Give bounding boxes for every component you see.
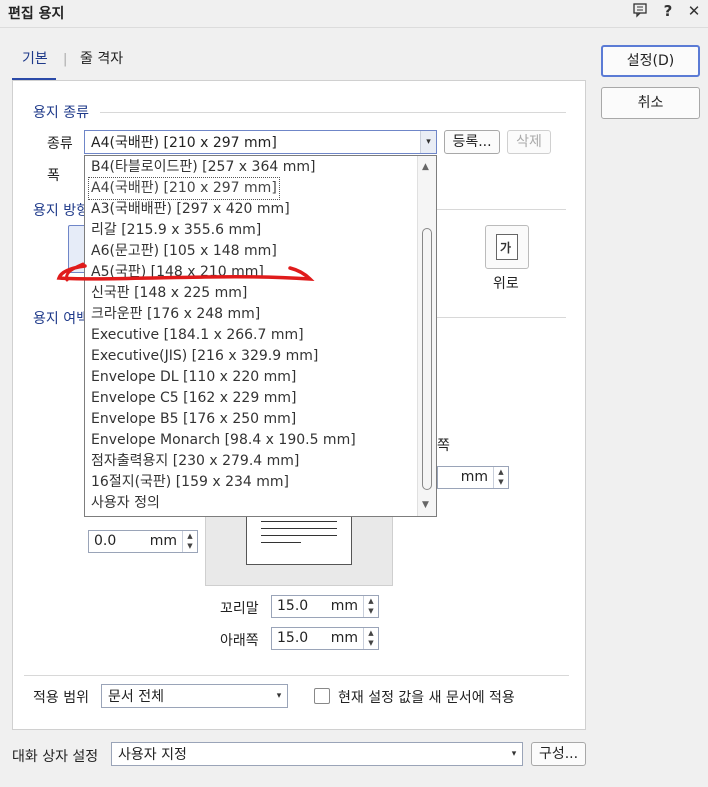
tab-line-grid[interactable]: 줄 격자 bbox=[80, 48, 123, 68]
footer-label: 꼬리말 bbox=[220, 601, 259, 617]
spinner-arrows[interactable]: ▲ ▼ bbox=[363, 628, 378, 649]
list-item[interactable]: Executive(JIS) [216 x 329.9 mm] bbox=[91, 346, 318, 367]
list-item[interactable]: 16절지(국판) [159 x 234 mm] bbox=[91, 472, 289, 493]
spinner-arrows[interactable]: ▲ ▼ bbox=[363, 596, 378, 617]
preview-line bbox=[261, 542, 301, 543]
preview-line bbox=[261, 528, 337, 529]
apply-to-new-doc-checkbox[interactable] bbox=[314, 688, 330, 704]
divider bbox=[100, 112, 566, 113]
unit-label: mm bbox=[330, 630, 358, 646]
partial-label: 쪽 bbox=[437, 438, 450, 454]
dialog-settings-label: 대화 상자 설정 bbox=[12, 749, 99, 765]
bottom-margin-spinner[interactable]: 15.0 mm ▲ ▼ bbox=[271, 627, 379, 650]
preview-line bbox=[261, 535, 337, 536]
list-item-selected[interactable]: A4(국배판) [210 x 297 mm] bbox=[88, 177, 280, 200]
help-icon[interactable]: ? bbox=[658, 2, 678, 22]
unit-label: mm bbox=[149, 533, 177, 549]
right-margin-spinner[interactable]: mm ▲ ▼ bbox=[437, 466, 509, 489]
list-item[interactable]: Envelope B5 [176 x 250 mm] bbox=[91, 409, 296, 430]
title-bar: 편집 용지 ? ✕ bbox=[0, 0, 708, 28]
orientation-section-title: 용지 방향 bbox=[33, 203, 89, 219]
divider bbox=[437, 317, 566, 318]
dialog-settings-value: 사용자 지정 bbox=[118, 747, 187, 763]
list-item[interactable]: Envelope DL [110 x 220 mm] bbox=[91, 367, 296, 388]
list-item[interactable]: 크라운판 [176 x 248 mm] bbox=[91, 304, 260, 325]
ok-button[interactable]: 설정(D) bbox=[601, 45, 700, 77]
scroll-down-icon[interactable]: ▼ bbox=[422, 500, 429, 510]
chevron-down-icon[interactable]: ▾ bbox=[506, 743, 522, 765]
preview-line bbox=[261, 521, 337, 522]
divider bbox=[24, 675, 569, 676]
list-item[interactable]: 사용자 정의 bbox=[91, 493, 160, 514]
delete-button[interactable]: 삭제 bbox=[507, 130, 551, 154]
cancel-button[interactable]: 취소 bbox=[601, 87, 700, 119]
dialog-settings-combo[interactable]: 사용자 지정 ▾ bbox=[111, 742, 523, 766]
apply-scope-value: 문서 전체 bbox=[108, 689, 164, 705]
bottom-label: 아래쪽 bbox=[220, 633, 259, 649]
list-item[interactable]: 리갈 [215.9 x 355.6 mm] bbox=[91, 220, 261, 241]
paper-type-selected: A4(국배판) [210 x 297 mm] bbox=[91, 135, 277, 151]
spinner-arrows[interactable]: ▲ ▼ bbox=[493, 467, 508, 488]
margins-section-title: 용지 여백 bbox=[33, 311, 89, 327]
footer-margin-spinner[interactable]: 15.0 mm ▲ ▼ bbox=[271, 595, 379, 618]
register-button[interactable]: 등록... bbox=[444, 130, 500, 154]
list-item[interactable]: Envelope Monarch [98.4 x 190.5 mm] bbox=[91, 430, 356, 451]
list-item[interactable]: A3(국배배판) [297 x 420 mm] bbox=[91, 199, 290, 220]
scroll-up-icon[interactable]: ▲ bbox=[422, 162, 429, 172]
landscape-orientation-button[interactable]: 가 bbox=[485, 225, 529, 269]
red-annotation-underline bbox=[56, 262, 315, 282]
paper-type-combo[interactable]: A4(국배판) [210 x 297 mm] ▾ bbox=[84, 130, 437, 154]
type-label: 종류 bbox=[47, 136, 73, 152]
window-title: 편집 용지 bbox=[8, 6, 65, 22]
list-item[interactable]: 점자출력용지 [230 x 279.4 mm] bbox=[91, 451, 299, 472]
apply-scope-label: 적용 범위 bbox=[33, 690, 89, 706]
scrollbar-thumb[interactable] bbox=[422, 228, 432, 490]
page-icon-glyph: 가 bbox=[500, 241, 512, 255]
paper-type-section-title: 용지 종류 bbox=[33, 105, 89, 121]
unit-label: mm bbox=[460, 469, 488, 485]
paper-type-dropdown-list[interactable]: B4(타블로이드판) [257 x 364 mm] A4(국배판) [210 x… bbox=[84, 155, 437, 517]
landscape-label: 위로 bbox=[493, 276, 519, 292]
preview-area bbox=[205, 515, 393, 586]
dropdown-scrollbar[interactable]: ▲ ▼ bbox=[417, 156, 436, 516]
page-icon: 가 bbox=[496, 234, 518, 260]
preview-page bbox=[246, 515, 352, 565]
apply-to-new-doc-label: 현재 설정 값을 새 문서에 적용 bbox=[338, 690, 515, 706]
list-item[interactable]: B4(타블로이드판) [257 x 364 mm] bbox=[91, 157, 315, 178]
list-item[interactable]: Envelope C5 [162 x 229 mm] bbox=[91, 388, 296, 409]
close-icon[interactable]: ✕ bbox=[684, 2, 704, 22]
tab-separator: | bbox=[63, 52, 68, 67]
comment-icon[interactable] bbox=[630, 2, 650, 22]
left-margin-value: 0.0 bbox=[94, 533, 117, 549]
footer-value: 15.0 bbox=[277, 598, 309, 614]
bottom-value: 15.0 bbox=[277, 630, 309, 646]
unit-label: mm bbox=[330, 598, 358, 614]
apply-scope-combo[interactable]: 문서 전체 ▾ bbox=[101, 684, 288, 708]
configure-button[interactable]: 구성... bbox=[531, 742, 586, 766]
spinner-arrows[interactable]: ▲ ▼ bbox=[182, 531, 197, 552]
tab-basic[interactable]: 기본 bbox=[22, 48, 48, 68]
chevron-down-icon[interactable]: ▾ bbox=[271, 685, 287, 707]
left-margin-spinner[interactable]: 0.0 mm ▲ ▼ bbox=[88, 530, 198, 553]
list-item[interactable]: Executive [184.1 x 266.7 mm] bbox=[91, 325, 304, 346]
divider bbox=[437, 209, 566, 210]
chevron-down-icon[interactable]: ▾ bbox=[420, 131, 436, 153]
width-label: 폭 bbox=[47, 168, 60, 184]
